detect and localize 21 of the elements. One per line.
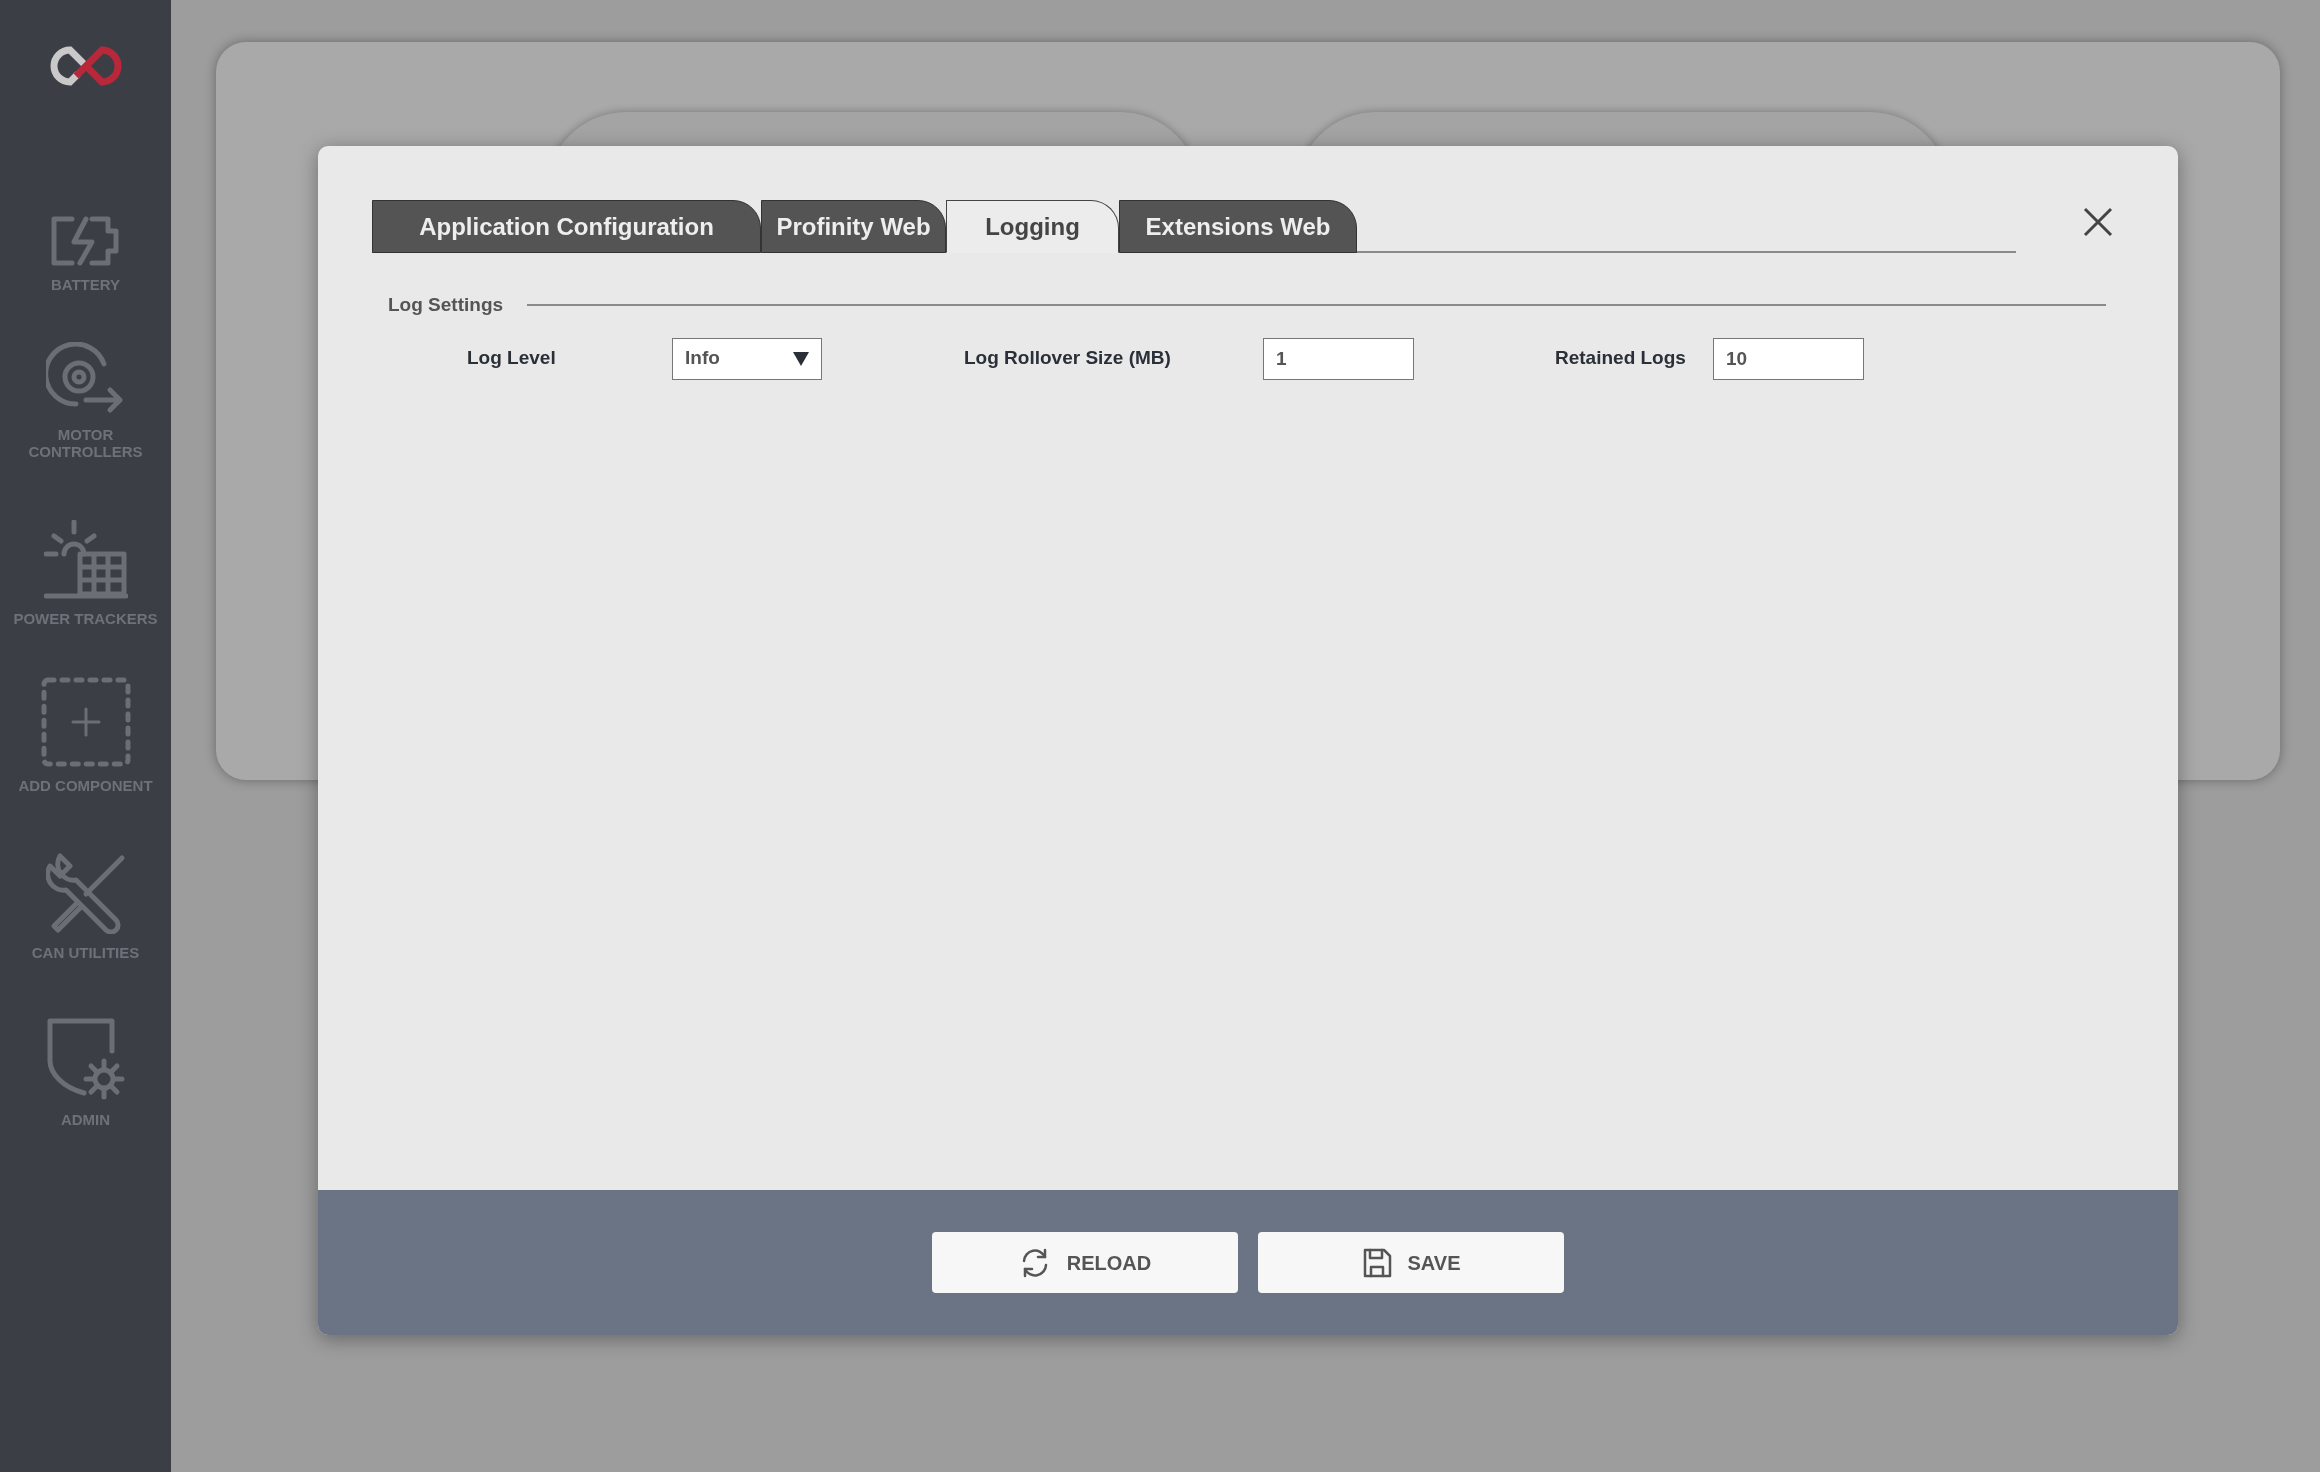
field-label: Log Rollover Size (MB) (964, 346, 1171, 371)
save-button[interactable]: SAVE (1258, 1232, 1564, 1293)
log-level-dropdown[interactable]: Info (672, 337, 822, 380)
tools-icon (45, 852, 126, 934)
tab[interactable]: Profinity Web (761, 200, 946, 253)
tab[interactable]: Extensions Web (1119, 200, 1357, 253)
close-icon (2083, 207, 2113, 237)
tab[interactable]: Logging (946, 200, 1119, 253)
add-icon (40, 677, 131, 767)
shield-gear-icon (45, 1017, 126, 1101)
dropdown-arrow-icon (793, 351, 809, 366)
save-icon (1361, 1246, 1392, 1279)
input-field[interactable]: 10 (1713, 337, 1864, 380)
section-title: Log Settings (388, 293, 504, 317)
tab[interactable]: Application Configuration (372, 200, 761, 253)
input-field[interactable]: 1 (1263, 337, 1414, 380)
field-label: Log Level (467, 346, 556, 371)
battery-icon (49, 216, 122, 266)
solar-panel-icon (43, 520, 128, 600)
reload-button[interactable]: RELOAD (932, 1232, 1238, 1293)
field-label: Retained Logs (1555, 346, 1686, 371)
